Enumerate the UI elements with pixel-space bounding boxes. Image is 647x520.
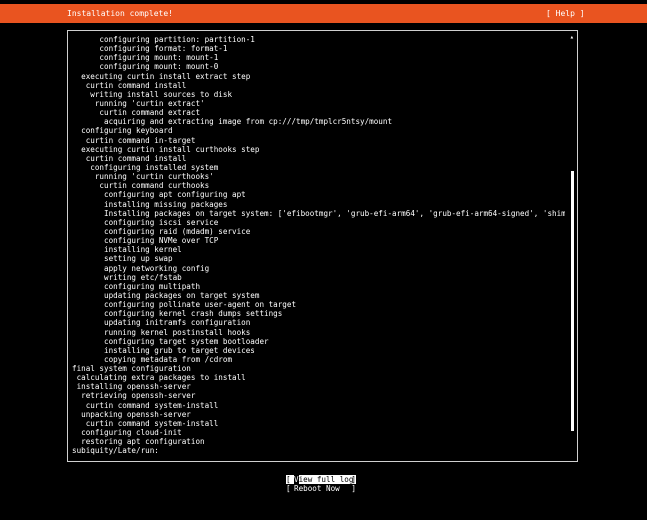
view-full-log-label: View full log: [294, 475, 354, 484]
scroll-up-arrow-icon: ▴: [569, 33, 574, 41]
reboot-now-label: Reboot Now: [294, 484, 340, 493]
log-line: configuring target system bootloader: [72, 336, 269, 346]
install-log-panel[interactable]: configuring partition: partition-1 confi…: [67, 30, 578, 462]
log-line: configuring cloud-init: [72, 428, 182, 438]
log-line: curtin command system-install: [72, 418, 219, 428]
log-line: writing etc/fstab: [72, 272, 182, 282]
help-button[interactable]: [ Help ]: [546, 4, 585, 23]
log-line: curtin command system-install: [72, 400, 219, 410]
log-line: acquiring and extracting image from cp:/…: [72, 117, 393, 127]
log-line: installing openssh-server: [72, 382, 191, 392]
reboot-now-button[interactable]: [ Reboot Now ]: [286, 484, 356, 493]
log-line: curtin command install: [72, 80, 187, 90]
log-line: configuring mount: mount-0: [72, 62, 219, 72]
log-line: curtin command curthooks: [72, 181, 210, 191]
log-line: configuring raid (mdadm) service: [72, 226, 251, 236]
log-line: configuring pollinate user-agent on targ…: [72, 300, 297, 310]
log-line: configuring installed system: [72, 162, 219, 172]
log-line: writing install sources to disk: [72, 89, 233, 99]
log-line: running 'curtin extract': [72, 98, 205, 108]
log-line: updating initramfs configuration: [72, 318, 251, 328]
log-line: configuring apt configuring apt: [72, 190, 246, 200]
page-title: Installation complete!: [67, 9, 173, 18]
log-line: configuring mount: mount-1: [72, 53, 219, 63]
header-bar: Installation complete! [ Help ]: [0, 4, 647, 23]
log-line: installing grub to target devices: [72, 345, 255, 355]
log-line: subiquity/Late/run:: [72, 446, 159, 456]
log-line: Installing packages on target system: ['…: [72, 208, 565, 218]
log-line: unpacking openssh-server: [72, 409, 191, 419]
log-line: updating packages on target system: [72, 290, 260, 300]
log-line: final system configuration: [72, 364, 191, 374]
log-line: running kernel postinstall hooks: [72, 327, 251, 337]
log-line: configuring partition: partition-1: [72, 35, 255, 44]
log-scrollbar[interactable]: [571, 43, 574, 455]
scrollbar-thumb[interactable]: [571, 171, 574, 431]
log-line: curtin command install: [72, 153, 187, 163]
log-line: configuring keyboard: [72, 126, 173, 136]
log-lines: configuring partition: partition-1 confi…: [72, 35, 565, 455]
log-line: installing kernel: [72, 245, 182, 255]
log-line: configuring multipath: [72, 281, 201, 291]
log-line: apply networking config: [72, 263, 210, 273]
log-line: executing curtin install curthooks step: [72, 144, 260, 154]
log-line: installing missing packages: [72, 199, 228, 209]
view-full-log-button[interactable]: [ View full log ]: [286, 475, 356, 484]
log-line: configuring NVMe over TCP: [72, 236, 219, 246]
log-line: running 'curtin curthooks': [72, 172, 214, 182]
log-line: configuring kernel crash dumps settings: [72, 309, 283, 319]
log-line: retrieving openssh-server: [72, 391, 196, 401]
log-line: curtin command in-target: [72, 135, 196, 145]
log-line: restoring apt configuration: [72, 437, 205, 447]
log-line: configuring iscsi service: [72, 217, 219, 227]
log-line: copying metadata from /cdrom: [72, 354, 233, 364]
log-line: configuring format: format-1: [72, 44, 228, 54]
log-line: executing curtin install extract step: [72, 71, 251, 81]
log-line: calculating extra packages to install: [72, 373, 246, 383]
log-line: setting up swap: [72, 254, 173, 264]
log-line: curtin command extract: [72, 108, 201, 118]
